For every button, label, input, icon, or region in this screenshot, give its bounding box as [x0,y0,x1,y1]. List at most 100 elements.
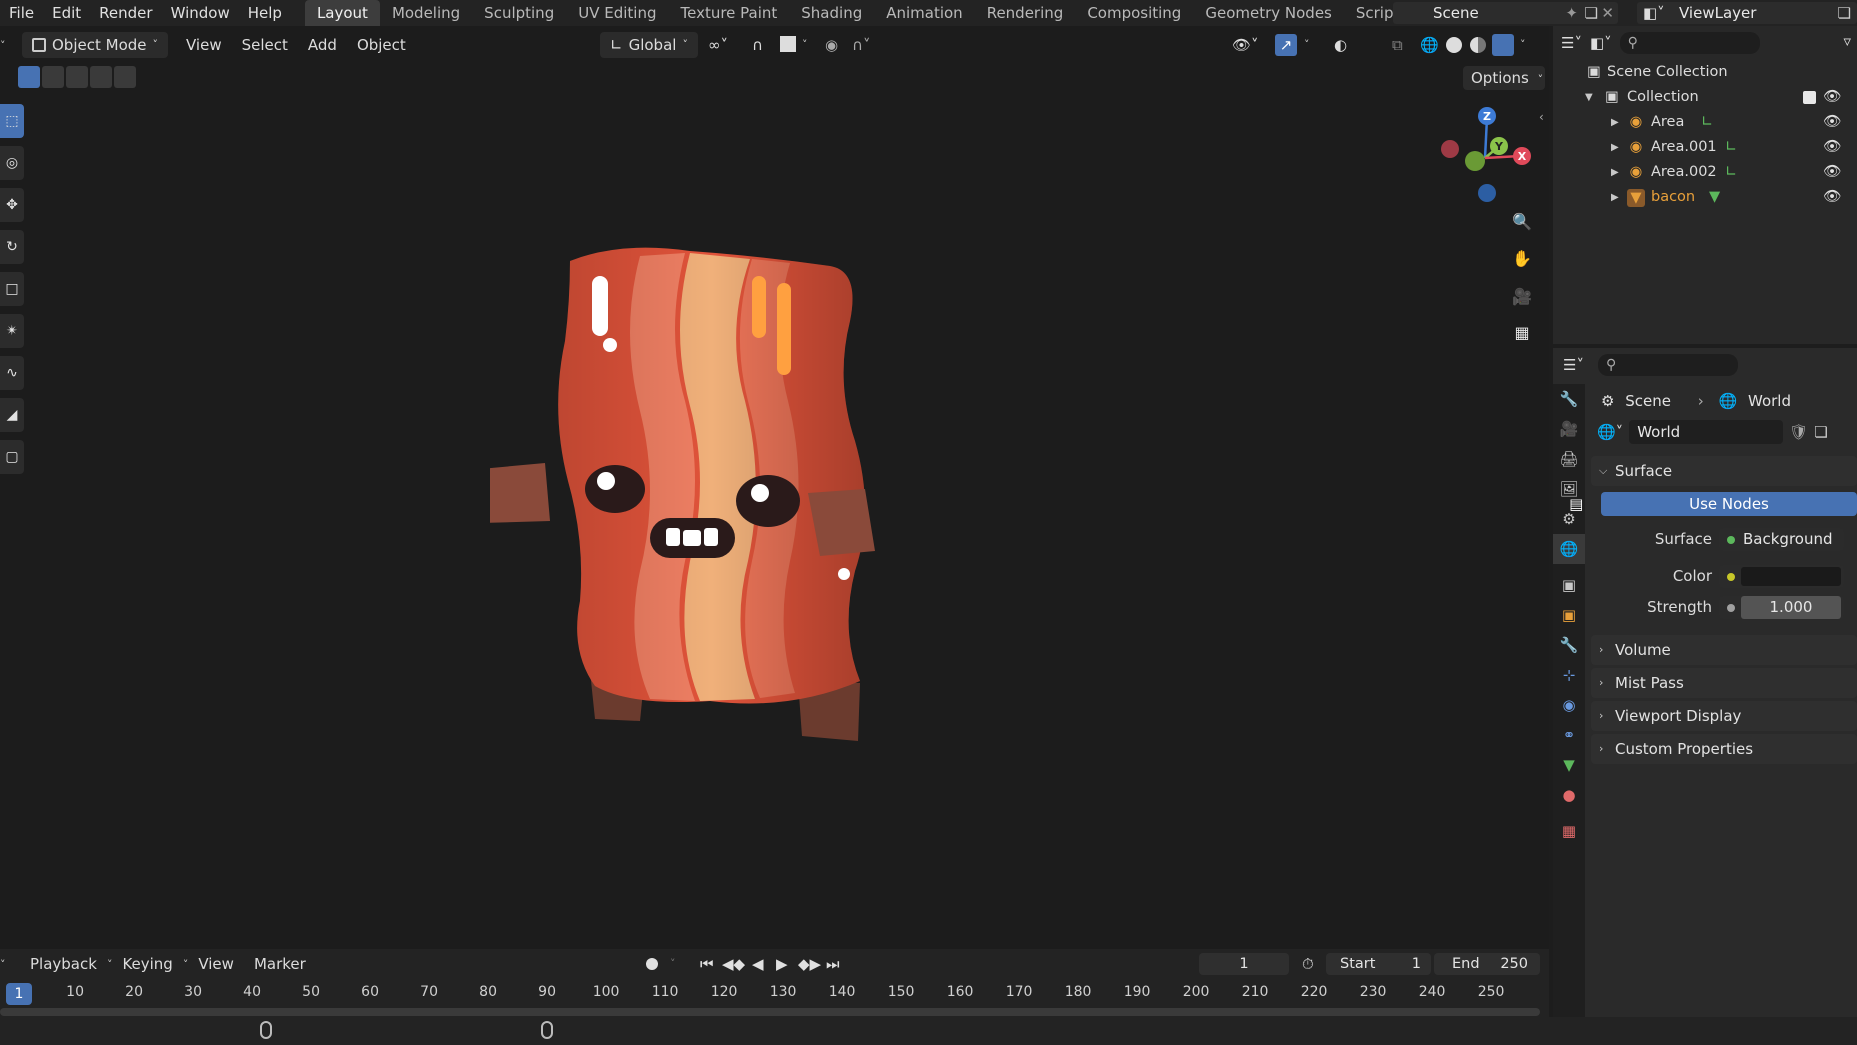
select-subtract-icon[interactable] [66,66,88,88]
outliner-item-area[interactable]: ▶ ◉ Area ∟ 👁 [1553,110,1857,135]
volume-panel-header[interactable]: › Volume [1591,635,1857,665]
collection-tab-icon[interactable]: ▣ [1553,570,1585,600]
outliner-item-area-001[interactable]: ▶ ◉ Area.001 ∟ 👁 [1553,135,1857,160]
data-tab-icon[interactable]: ▼ [1553,750,1585,780]
pin-icon[interactable]: ✦ [1565,4,1578,22]
menu-select[interactable]: Select [232,32,298,58]
scene-selector[interactable]: Scene ✦ ❏ ✕ [1393,2,1618,24]
jump-start-icon[interactable]: ⏮ [700,949,714,979]
close-icon[interactable]: ✕ [1601,4,1614,22]
rendered-shading-icon[interactable] [1492,34,1514,56]
select-extend-icon[interactable] [42,66,64,88]
constraints-tab-icon[interactable]: ⚭ [1553,720,1585,750]
color-field[interactable] [1719,565,1844,588]
world-tab-icon[interactable]: 🌐 [1553,534,1585,564]
xray-icon[interactable]: ⧉ [1392,32,1403,58]
filter-icon[interactable]: ▿ [1843,32,1851,50]
eye-icon[interactable]: 👁 [1823,110,1841,135]
chevron-down-icon[interactable]: ˅ [1304,32,1310,58]
measure-tool-icon[interactable]: ◢ [0,398,24,432]
gizmo-toggle-icon[interactable]: ↗ [1275,34,1297,56]
material-shading-icon[interactable] [1470,37,1486,53]
collapse-sidebar-icon[interactable]: ‹ [1539,110,1544,124]
gizmo-neg-z[interactable] [1478,184,1496,202]
collapse-arrow-icon[interactable]: ▼ [1585,85,1597,110]
transform-tool-icon[interactable]: ✴ [0,314,24,348]
menu-keying[interactable]: Keying [112,949,182,979]
falloff-icon[interactable]: ∩˅ [852,32,870,58]
record-icon[interactable] [646,958,658,970]
tab-texture-paint[interactable]: Texture Paint [668,0,789,26]
physics-tab-icon[interactable]: ◉ [1553,690,1585,720]
solid-shading-icon[interactable] [1446,37,1462,53]
duplicate-icon[interactable]: ❏ [1814,423,1827,441]
3d-viewport[interactable]: ˅ Object Mode ˅ View Select Add Object ∟… [0,26,1549,949]
visibility-filter-icon[interactable]: 👁˅ [1232,32,1259,58]
surface-shader-field[interactable]: Background [1719,528,1844,551]
end-frame-field[interactable]: End 250 [1434,953,1540,975]
world-selector[interactable]: 🌐˅ World 🛡 ❏ [1591,418,1857,446]
fake-user-icon[interactable]: 🛡 [1789,423,1808,441]
select-intersect-icon[interactable] [114,66,136,88]
world-name-field[interactable]: World [1629,420,1784,444]
pan-hand-icon[interactable]: ✋ [1509,246,1535,272]
menu-edit[interactable]: Edit [43,0,90,26]
output-tab-icon[interactable]: 🖨 [1553,444,1585,474]
eye-icon[interactable]: 👁 [1823,135,1841,160]
prev-keyframe-icon[interactable]: ◀◆ [722,949,745,979]
mist-pass-panel-header[interactable]: › Mist Pass [1591,668,1857,698]
menu-marker[interactable]: Marker [244,949,316,979]
material-tab-icon[interactable]: ● [1553,780,1585,810]
display-mode-icon[interactable]: ◧˅ [1590,34,1612,52]
chevron-down-icon[interactable]: ˅ [802,32,808,58]
timeline-scrollbar[interactable] [0,1008,1540,1016]
stopwatch-icon[interactable]: ⏱ [1302,949,1314,979]
navigation-gizmo[interactable]: Z Y X [1435,104,1535,204]
transform-orientation-dropdown[interactable]: ∟ Global ˅ [600,32,698,58]
custom-properties-panel-header[interactable]: › Custom Properties [1591,734,1857,764]
proportional-edit-icon[interactable]: ◉ [825,32,838,58]
viewport-display-panel-header[interactable]: › Viewport Display [1591,701,1857,731]
mode-dropdown[interactable]: Object Mode ˅ [22,32,168,58]
menu-playback[interactable]: Playback [20,949,107,979]
eye-icon[interactable]: 👁 [1823,160,1841,185]
camera-view-icon[interactable]: 🎥 [1509,284,1535,310]
next-keyframe-icon[interactable]: ◆▶ [798,949,821,979]
menu-render[interactable]: Render [90,0,161,26]
timeline-editor-icon[interactable]: ˅ [0,958,14,971]
expand-arrow-icon[interactable]: ▶ [1611,135,1623,160]
menu-view[interactable]: View [188,949,244,979]
render-tab-icon[interactable]: 🎥 [1553,414,1585,444]
editor-type-icon[interactable]: ˅ [0,39,12,52]
outliner-scene-collection[interactable]: ▣ Scene Collection [1553,60,1857,85]
menu-file[interactable]: File [0,0,43,26]
color-swatch[interactable] [1741,567,1841,586]
surface-panel-header[interactable]: ⌵ Surface [1591,456,1857,486]
tab-sculpting[interactable]: Sculpting [472,0,566,26]
outliner-search-input[interactable]: ⚲ [1619,32,1760,54]
new-view-layer-icon[interactable]: ❏ [1838,4,1851,22]
options-dropdown[interactable]: Options ˅ [1463,66,1545,90]
outliner-editor-icon[interactable]: ☰˅ [1561,34,1582,52]
checkbox-icon[interactable] [1803,91,1816,104]
current-frame-field[interactable]: 1 [1199,953,1289,975]
outliner-item-area-002[interactable]: ▶ ◉ Area.002 ∟ 👁 [1553,160,1857,185]
overlay-icon[interactable]: ◐ [1334,32,1347,58]
tab-compositing[interactable]: Compositing [1075,0,1193,26]
eye-icon[interactable]: 👁 [1823,185,1841,210]
use-nodes-button[interactable]: ▤ Use Nodes [1569,492,1857,516]
expand-arrow-icon[interactable]: ▶ [1611,185,1623,210]
modifier-tab-icon[interactable]: 🔧 [1553,630,1585,660]
play-icon[interactable]: ▶ [776,949,788,979]
annotate-tool-icon[interactable]: ∿ [0,356,24,390]
tab-uv-editing[interactable]: UV Editing [566,0,668,26]
wireframe-shading-icon[interactable]: 🌐 [1420,32,1439,58]
play-reverse-icon[interactable]: ◀ [752,949,764,979]
menu-view[interactable]: View [176,32,232,58]
select-difference-icon[interactable] [90,66,112,88]
outliner-collection[interactable]: ▼ ▣ Collection 👁 [1553,85,1857,110]
tab-geometry-nodes[interactable]: Geometry Nodes [1193,0,1344,26]
menu-add[interactable]: Add [298,32,347,58]
object-tab-icon[interactable]: ▣ [1553,600,1585,630]
eye-icon[interactable]: 👁 [1823,85,1841,110]
